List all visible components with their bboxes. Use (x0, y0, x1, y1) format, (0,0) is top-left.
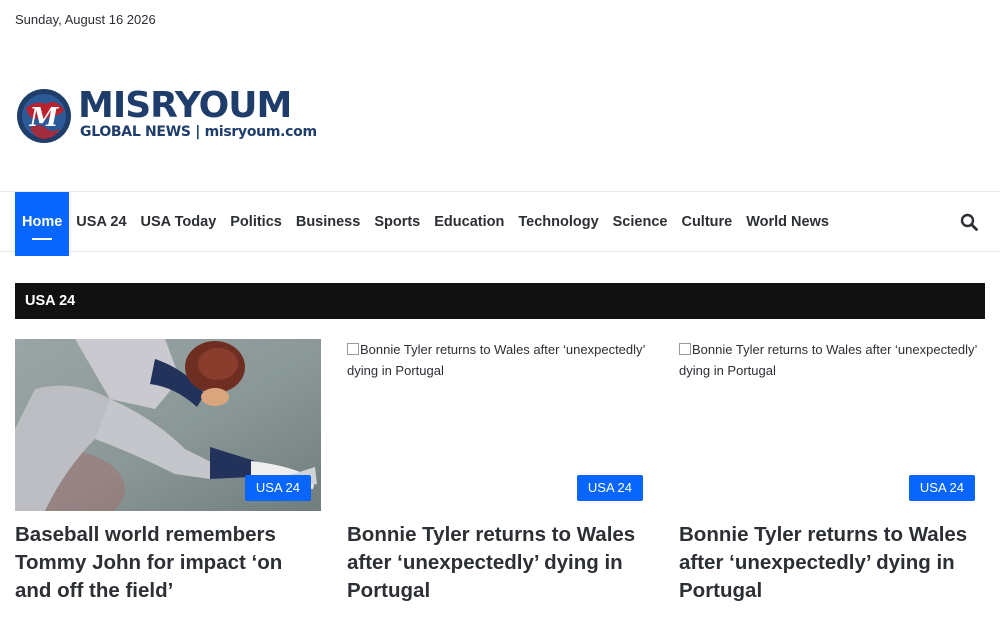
nav-item-sports[interactable]: Sports (367, 192, 427, 252)
article-card: Bonnie Tyler returns to Wales after ‘une… (347, 339, 653, 605)
globe-logo-icon: M (17, 89, 71, 143)
broken-image-alt: Bonnie Tyler returns to Wales after ‘une… (347, 339, 653, 381)
topbar-date: Sunday, August 16 2026 (15, 12, 156, 27)
article-title[interactable]: Bonnie Tyler returns to Wales after ‘une… (347, 521, 653, 605)
article-title[interactable]: Bonnie Tyler returns to Wales after ‘une… (679, 521, 985, 605)
nav-item-usa-24[interactable]: USA 24 (69, 192, 133, 252)
nav-item-label: Home (22, 214, 63, 230)
broken-image-icon (679, 343, 691, 355)
svg-text:M: M (29, 103, 60, 133)
image-alt-text: Bonnie Tyler returns to Wales after ‘une… (679, 342, 977, 378)
category-badge[interactable]: USA 24 (576, 475, 643, 501)
article-card: Bonnie Tyler returns to Wales after ‘une… (679, 339, 985, 605)
broken-image-alt: Bonnie Tyler returns to Wales after ‘une… (679, 339, 985, 381)
nav-item-culture[interactable]: Culture (674, 192, 739, 252)
image-alt-text: Bonnie Tyler returns to Wales after ‘une… (347, 342, 645, 378)
nav-item-education[interactable]: Education (427, 192, 511, 252)
main-navigation: Home USA 24 USA Today Politics Business … (0, 191, 1000, 256)
article-image-link[interactable]: Bonnie Tyler returns to Wales after ‘une… (679, 339, 985, 511)
article-image-link[interactable]: USA 24 (0, 339, 321, 529)
nav-item-politics[interactable]: Politics (223, 192, 289, 252)
nav-item-technology[interactable]: Technology (511, 192, 605, 252)
nav-item-usa-today[interactable]: USA Today (134, 192, 224, 252)
category-badge[interactable]: USA 24 (244, 475, 311, 501)
nav-item-home[interactable]: Home (15, 192, 70, 256)
broken-image-icon (347, 343, 359, 355)
section-title: USA 24 (25, 293, 76, 309)
search-icon[interactable] (960, 213, 978, 231)
logo-title: MISRYOUM (78, 85, 292, 126)
article-title[interactable]: Baseball world remembers Tommy John for … (15, 521, 321, 605)
nav-item-business[interactable]: Business (289, 192, 367, 252)
article-image-link[interactable]: Bonnie Tyler returns to Wales after ‘une… (347, 339, 653, 511)
section-header: USA 24 (15, 283, 985, 319)
nav-item-world-news[interactable]: World News (739, 192, 836, 252)
category-badge[interactable]: USA 24 (908, 475, 975, 501)
active-indicator (32, 238, 53, 240)
article-card: USA 24 Baseball world remembers Tommy Jo… (0, 339, 321, 605)
logo-subtitle: GLOBAL NEWS | misryoum.com (80, 124, 317, 140)
nav-item-science[interactable]: Science (606, 192, 675, 252)
site-logo[interactable]: M MISRYOUM GLOBAL NEWS | misryoum.com (16, 85, 317, 146)
